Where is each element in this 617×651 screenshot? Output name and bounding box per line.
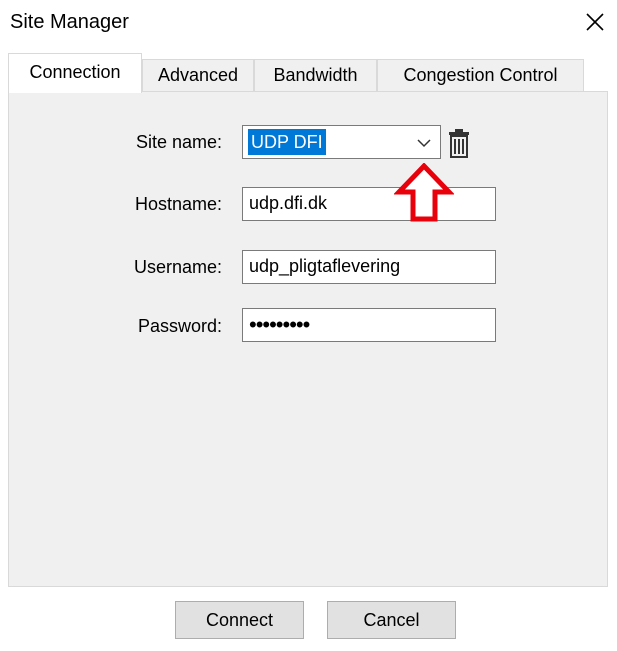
tab-advanced-label: Advanced xyxy=(157,65,239,85)
connect-button[interactable]: Connect xyxy=(175,601,304,639)
tab-congestion-control[interactable]: Congestion Control xyxy=(377,59,584,92)
hostname-input[interactable]: udp.dfi.dk xyxy=(242,187,496,221)
username-input[interactable]: udp_pligtaflevering xyxy=(242,250,496,284)
username-value: udp_pligtaflevering xyxy=(249,256,401,276)
tab-advanced[interactable]: Advanced xyxy=(142,59,254,92)
site-name-dropdown[interactable]: UDP DFI xyxy=(242,125,441,159)
site-name-label: Site name: xyxy=(135,132,222,152)
tab-bandwidth-label: Bandwidth xyxy=(273,65,358,85)
cancel-button[interactable]: Cancel xyxy=(327,601,456,639)
hostname-label: Hostname: xyxy=(134,194,222,214)
password-input[interactable]: ••••••••• xyxy=(242,308,496,342)
tab-bandwidth[interactable]: Bandwidth xyxy=(254,59,377,92)
password-masked-value: ••••••••• xyxy=(249,312,310,337)
tab-congestion-control-label: Congestion Control xyxy=(403,65,558,85)
username-label: Username: xyxy=(133,257,222,277)
window-title: Site Manager xyxy=(10,11,129,33)
site-name-selected-value: UDP DFI xyxy=(248,129,326,155)
red-up-arrow-icon xyxy=(393,162,455,228)
close-icon[interactable] xyxy=(582,9,608,35)
password-label: Password: xyxy=(137,316,222,336)
hostname-value: udp.dfi.dk xyxy=(249,193,328,213)
tab-connection-label: Connection xyxy=(29,62,121,82)
site-manager-dialog: Site Manager Connection Advanced Bandwid… xyxy=(0,0,617,651)
chevron-down-icon[interactable] xyxy=(416,136,432,154)
tab-connection[interactable]: Connection xyxy=(8,53,142,93)
trash-icon[interactable] xyxy=(446,127,472,164)
